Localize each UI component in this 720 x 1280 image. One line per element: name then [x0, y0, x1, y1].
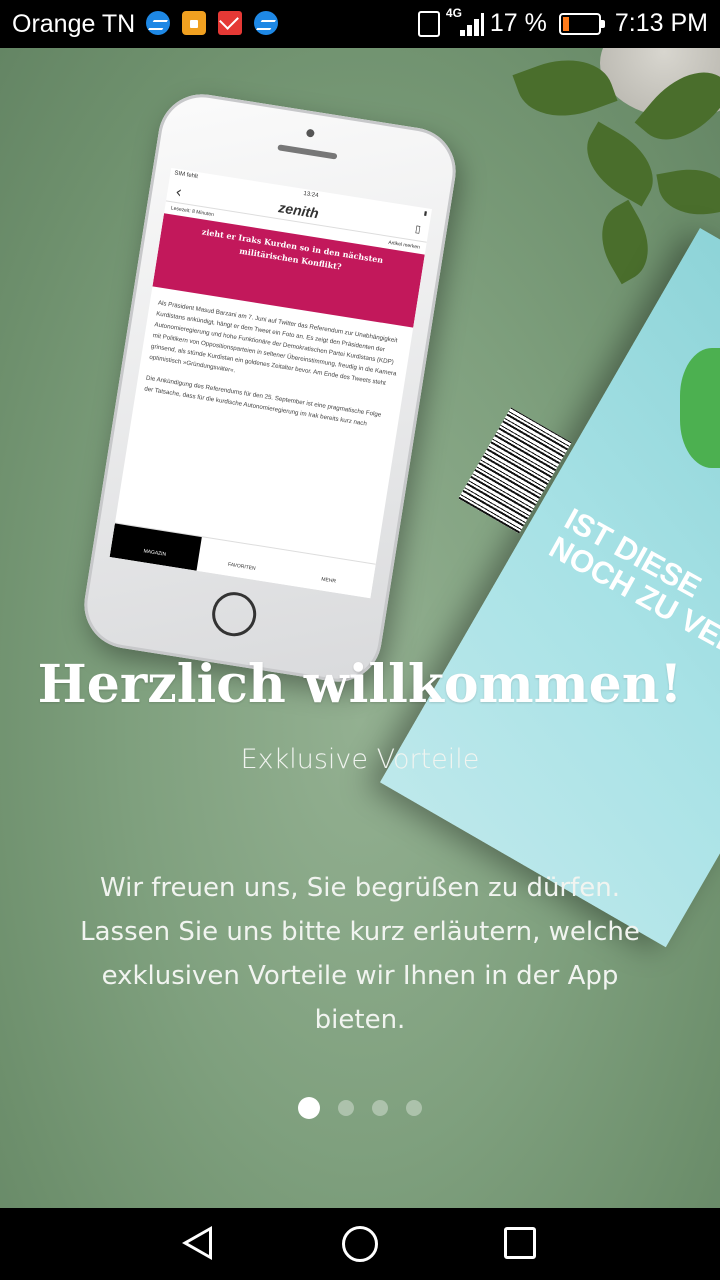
- carrier-label: Orange TN: [12, 10, 136, 38]
- page-dot-4[interactable]: [406, 1100, 422, 1116]
- page-dot-3[interactable]: [372, 1100, 388, 1116]
- network-type: 4G: [445, 5, 462, 20]
- leaf-icon: [656, 162, 720, 222]
- onboarding-screen[interactable]: IST DIESE NOCH ZU VERH SIM fehlt 13:24 ▮…: [0, 48, 720, 1208]
- navigation-bar: [0, 1208, 720, 1280]
- signal-icon: 4G: [446, 6, 484, 38]
- mock-tab-bar: MAGAZIN FAVORITEN MEHR: [109, 522, 376, 599]
- phone-frame: SIM fehlt 13:24 ▮ ‹ zenith ▯ Lesezeit: 8…: [78, 87, 462, 689]
- mock-tab-mehr: MEHR: [320, 576, 337, 585]
- system-status: 4G 17 % 7:13 PM: [417, 6, 708, 38]
- camera-icon: [305, 128, 315, 138]
- share-icon: ▯: [414, 223, 422, 236]
- welcome-subtitle: Exklusive Vorteile: [240, 744, 480, 775]
- messenger-icon: [146, 11, 170, 35]
- page-dot-2[interactable]: [338, 1100, 354, 1116]
- app-logo: zenith: [277, 199, 320, 222]
- welcome-description: Wir freuen uns, Sie begrüßen zu dürfen. …: [80, 873, 640, 1035]
- status-bar: Orange TN 4G 17 % 7:13 PM: [0, 0, 720, 48]
- phone-screen: SIM fehlt 13:24 ▮ ‹ zenith ▯ Lesezeit: 8…: [109, 167, 432, 599]
- recent-apps-icon[interactable]: [504, 1227, 536, 1259]
- speaker-icon: [277, 144, 338, 160]
- battery-percent: 17 %: [489, 9, 547, 37]
- page-indicator[interactable]: [0, 1097, 720, 1119]
- leaf-icon: [586, 199, 664, 285]
- notification-icons: [146, 11, 278, 35]
- gmail-icon: [218, 11, 242, 35]
- home-icon[interactable]: [342, 1226, 378, 1262]
- mock-tab-favoriten: FAVORITEN: [227, 561, 256, 572]
- vibrate-icon: [417, 10, 440, 37]
- clock: 7:13 PM: [614, 9, 708, 37]
- welcome-title: Herzlich willkommen!: [37, 654, 683, 715]
- back-arrow-icon: ‹: [174, 181, 184, 202]
- battery-icon: [558, 12, 605, 35]
- page-dot-1[interactable]: [298, 1097, 320, 1119]
- lock-app-icon: [182, 11, 206, 35]
- mock-tab-magazin: MAGAZIN: [109, 523, 202, 571]
- messenger-icon: [254, 11, 278, 35]
- phone-home-button: [209, 589, 260, 640]
- back-icon[interactable]: [182, 1226, 212, 1260]
- phone-illustration: SIM fehlt 13:24 ▮ ‹ zenith ▯ Lesezeit: 8…: [78, 87, 462, 689]
